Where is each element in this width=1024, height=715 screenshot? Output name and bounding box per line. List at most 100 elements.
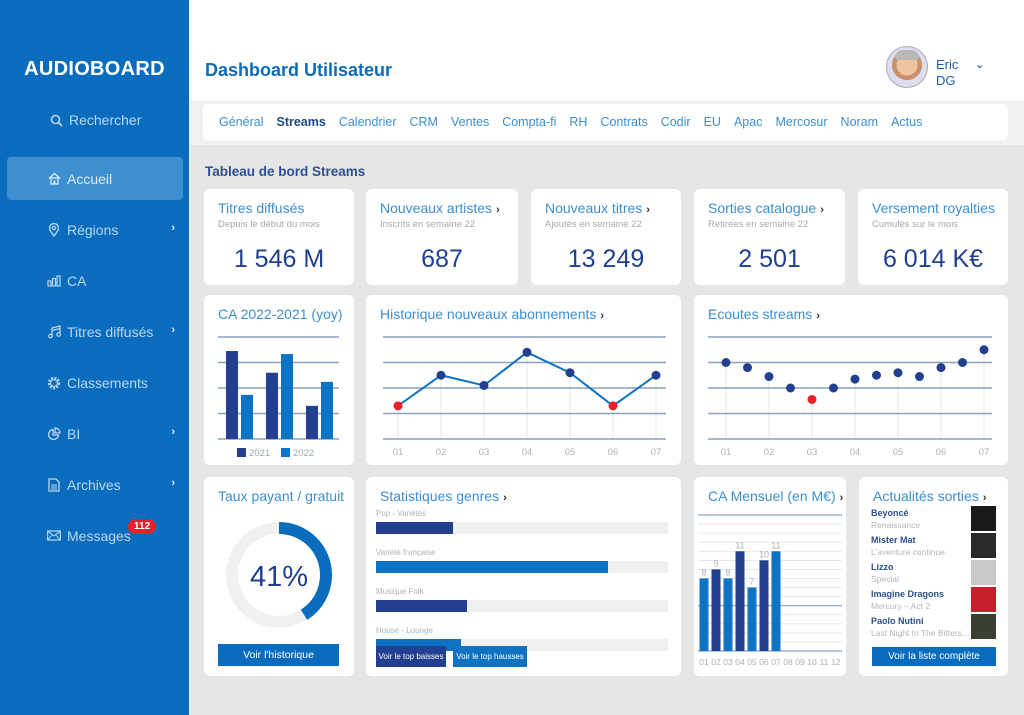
tab-apac[interactable]: Apac: [734, 115, 763, 129]
news-item[interactable]: Imagine Dragons Mercury – Act 2: [871, 587, 997, 616]
data-point: [436, 370, 446, 380]
unread-badge: 112: [128, 519, 157, 534]
sidebar-item-bi[interactable]: BI ›: [7, 412, 183, 455]
x-tick-label: 01: [721, 447, 732, 458]
data-label: 8: [701, 567, 706, 577]
news-item[interactable]: Paolo Nutini Last Night In The Bitters..…: [871, 614, 997, 643]
sidebar-item-archives[interactable]: Archives ›: [7, 463, 183, 506]
kpi-subtitle: Inscrits en semaine 22: [380, 219, 476, 230]
home-icon: [47, 172, 61, 186]
tab-codir[interactable]: Codir: [661, 115, 691, 129]
sidebar-item-label: CA: [67, 272, 87, 289]
tab-mercosur[interactable]: Mercosur: [775, 115, 827, 129]
data-point: [915, 372, 924, 382]
kpi-value: 2 501: [738, 245, 801, 273]
ecoutes-chart: 01 02 03 04 05 06 07: [708, 336, 992, 458]
chevron-right-icon: ›: [171, 324, 175, 336]
user-first-name: Eric: [936, 57, 959, 72]
ca-mensuel-card[interactable]: CA Mensuel (en M€) › 8 9 8 11 7 10 11 01 02 03 04 05…: [694, 477, 846, 676]
tab-general[interactable]: Général: [219, 115, 263, 129]
sidebar-item-messages[interactable]: Messages 112: [7, 514, 183, 557]
news-item[interactable]: Mister Mat L'aventure continue: [871, 533, 997, 562]
document-icon: [47, 477, 61, 492]
x-tick-label: 11: [820, 657, 829, 667]
bar-06: [759, 560, 769, 651]
card-title: Taux payant / gratuit: [218, 488, 345, 504]
card-title-text: Actualités sorties: [873, 488, 979, 504]
tab-actus[interactable]: Actus: [891, 115, 922, 129]
kpi-title-text: Nouveaux artistes: [380, 200, 493, 216]
music-note-icon: [47, 324, 61, 339]
ecoutes-card[interactable]: Ecoutes streams › 01 02 03 04 05 06 07: [694, 295, 1008, 465]
x-tick-label: 09: [795, 657, 805, 667]
x-tick-label: 06: [608, 447, 619, 458]
chevron-right-icon: ›: [496, 204, 500, 216]
ca-mensuel-chart: 898117101101 02 03 04 05 06 07 08 09 10 11 12: [698, 514, 842, 667]
x-tick-label: 02: [711, 657, 721, 667]
kpi-title-text: Versement royalties: [872, 200, 995, 216]
card-title[interactable]: Statistiques genres ›: [380, 488, 507, 504]
data-label: 11: [735, 540, 744, 550]
tab-contrats[interactable]: Contrats: [600, 115, 647, 129]
top-rises-button[interactable]: Voir le top hausses: [453, 646, 527, 667]
tab-ventes[interactable]: Ventes: [451, 115, 489, 129]
sidebar-item-label: Régions: [67, 221, 119, 238]
x-tick-label: 03: [723, 657, 733, 667]
kpi-card[interactable]: Nouveaux artistes › Inscrits en semaine 2…: [366, 189, 518, 285]
user-name[interactable]: Eric DG: [936, 57, 958, 89]
kpi-card[interactable]: Nouveaux titres › Ajoutés en semaine 22 1…: [531, 189, 681, 285]
tab-streams[interactable]: Streams: [276, 115, 325, 129]
bar-2021-1: [226, 351, 238, 439]
x-tick-label: 03: [807, 447, 818, 458]
kpi-subtitle: Ajoutés en semaine 22: [545, 219, 642, 230]
abonnements-card[interactable]: Historique nouveaux abonnements › 01 02 03 0…: [366, 295, 681, 465]
news-item[interactable]: Beyoncé Renaissance: [871, 506, 997, 535]
tab-eu[interactable]: EU: [704, 115, 721, 129]
x-tick-label: 05: [893, 447, 904, 458]
full-list-button[interactable]: Voir la liste complète: [872, 647, 996, 666]
legend-swatch: [237, 448, 246, 457]
tab-crm[interactable]: CRM: [410, 115, 438, 129]
news-album: L'aventure continue: [871, 547, 945, 557]
sidebar-item-accueil[interactable]: Accueil: [7, 157, 183, 200]
bar-01: [699, 578, 709, 651]
tab-rh[interactable]: RH: [569, 115, 587, 129]
sidebar-item-ca[interactable]: CA: [7, 259, 183, 302]
kpi-card: Versement royalties Cumulés sur le mois …: [858, 189, 1008, 285]
kpi-value: 6 014 K€: [882, 245, 984, 273]
chevron-down-icon[interactable]: ⌄: [975, 58, 984, 71]
avatar-hair: [895, 50, 919, 60]
data-label: 7: [749, 577, 754, 587]
bar-2022-1: [241, 394, 253, 439]
history-button[interactable]: Voir l'historique: [218, 644, 339, 666]
top-declines-button[interactable]: Voir le top baisses: [376, 646, 446, 667]
legend-label: 2021: [249, 448, 270, 459]
x-tick-label: 07: [771, 657, 781, 667]
sidebar-item-classements[interactable]: Classements: [7, 361, 183, 404]
album-cover-image: [971, 560, 996, 585]
kpi-title-text: Sorties catalogue: [708, 200, 817, 216]
tab-calendrier[interactable]: Calendrier: [339, 115, 397, 129]
x-tick-label: 07: [979, 447, 990, 458]
tab-compta-fi[interactable]: Compta-fi: [502, 115, 556, 129]
sidebar-item-regions[interactable]: Régions ›: [7, 208, 183, 251]
news-item[interactable]: Lizzo Special: [871, 560, 997, 589]
search-button[interactable]: Rechercher: [50, 112, 141, 128]
data-point: [565, 368, 575, 378]
card-title[interactable]: Actualités sorties ›: [873, 488, 987, 504]
sidebar-item-titres-diffuses[interactable]: Titres diffusés ›: [7, 310, 183, 353]
sidebar-nav: Accueil Régions › CA Titres diffusés › Classem…: [7, 157, 183, 565]
chevron-right-icon: ›: [171, 426, 175, 438]
data-point: [893, 368, 903, 378]
chevron-right-icon: ›: [820, 204, 824, 216]
avatar[interactable]: [886, 46, 928, 88]
tab-noram[interactable]: Noram: [841, 115, 879, 129]
bar-05: [747, 587, 757, 651]
kpi-title: Titres diffusés: [218, 200, 304, 216]
data-label: 8: [725, 567, 730, 577]
ca-yoy-card[interactable]: CA 2022-2021 (yoy) 2021 2022: [204, 295, 354, 465]
chevron-right-icon: ›: [503, 492, 507, 504]
kpi-card[interactable]: Sorties catalogue › Retirées en semaine 2…: [694, 189, 845, 285]
data-point: [958, 358, 967, 367]
genre-bar-track: [376, 561, 668, 573]
